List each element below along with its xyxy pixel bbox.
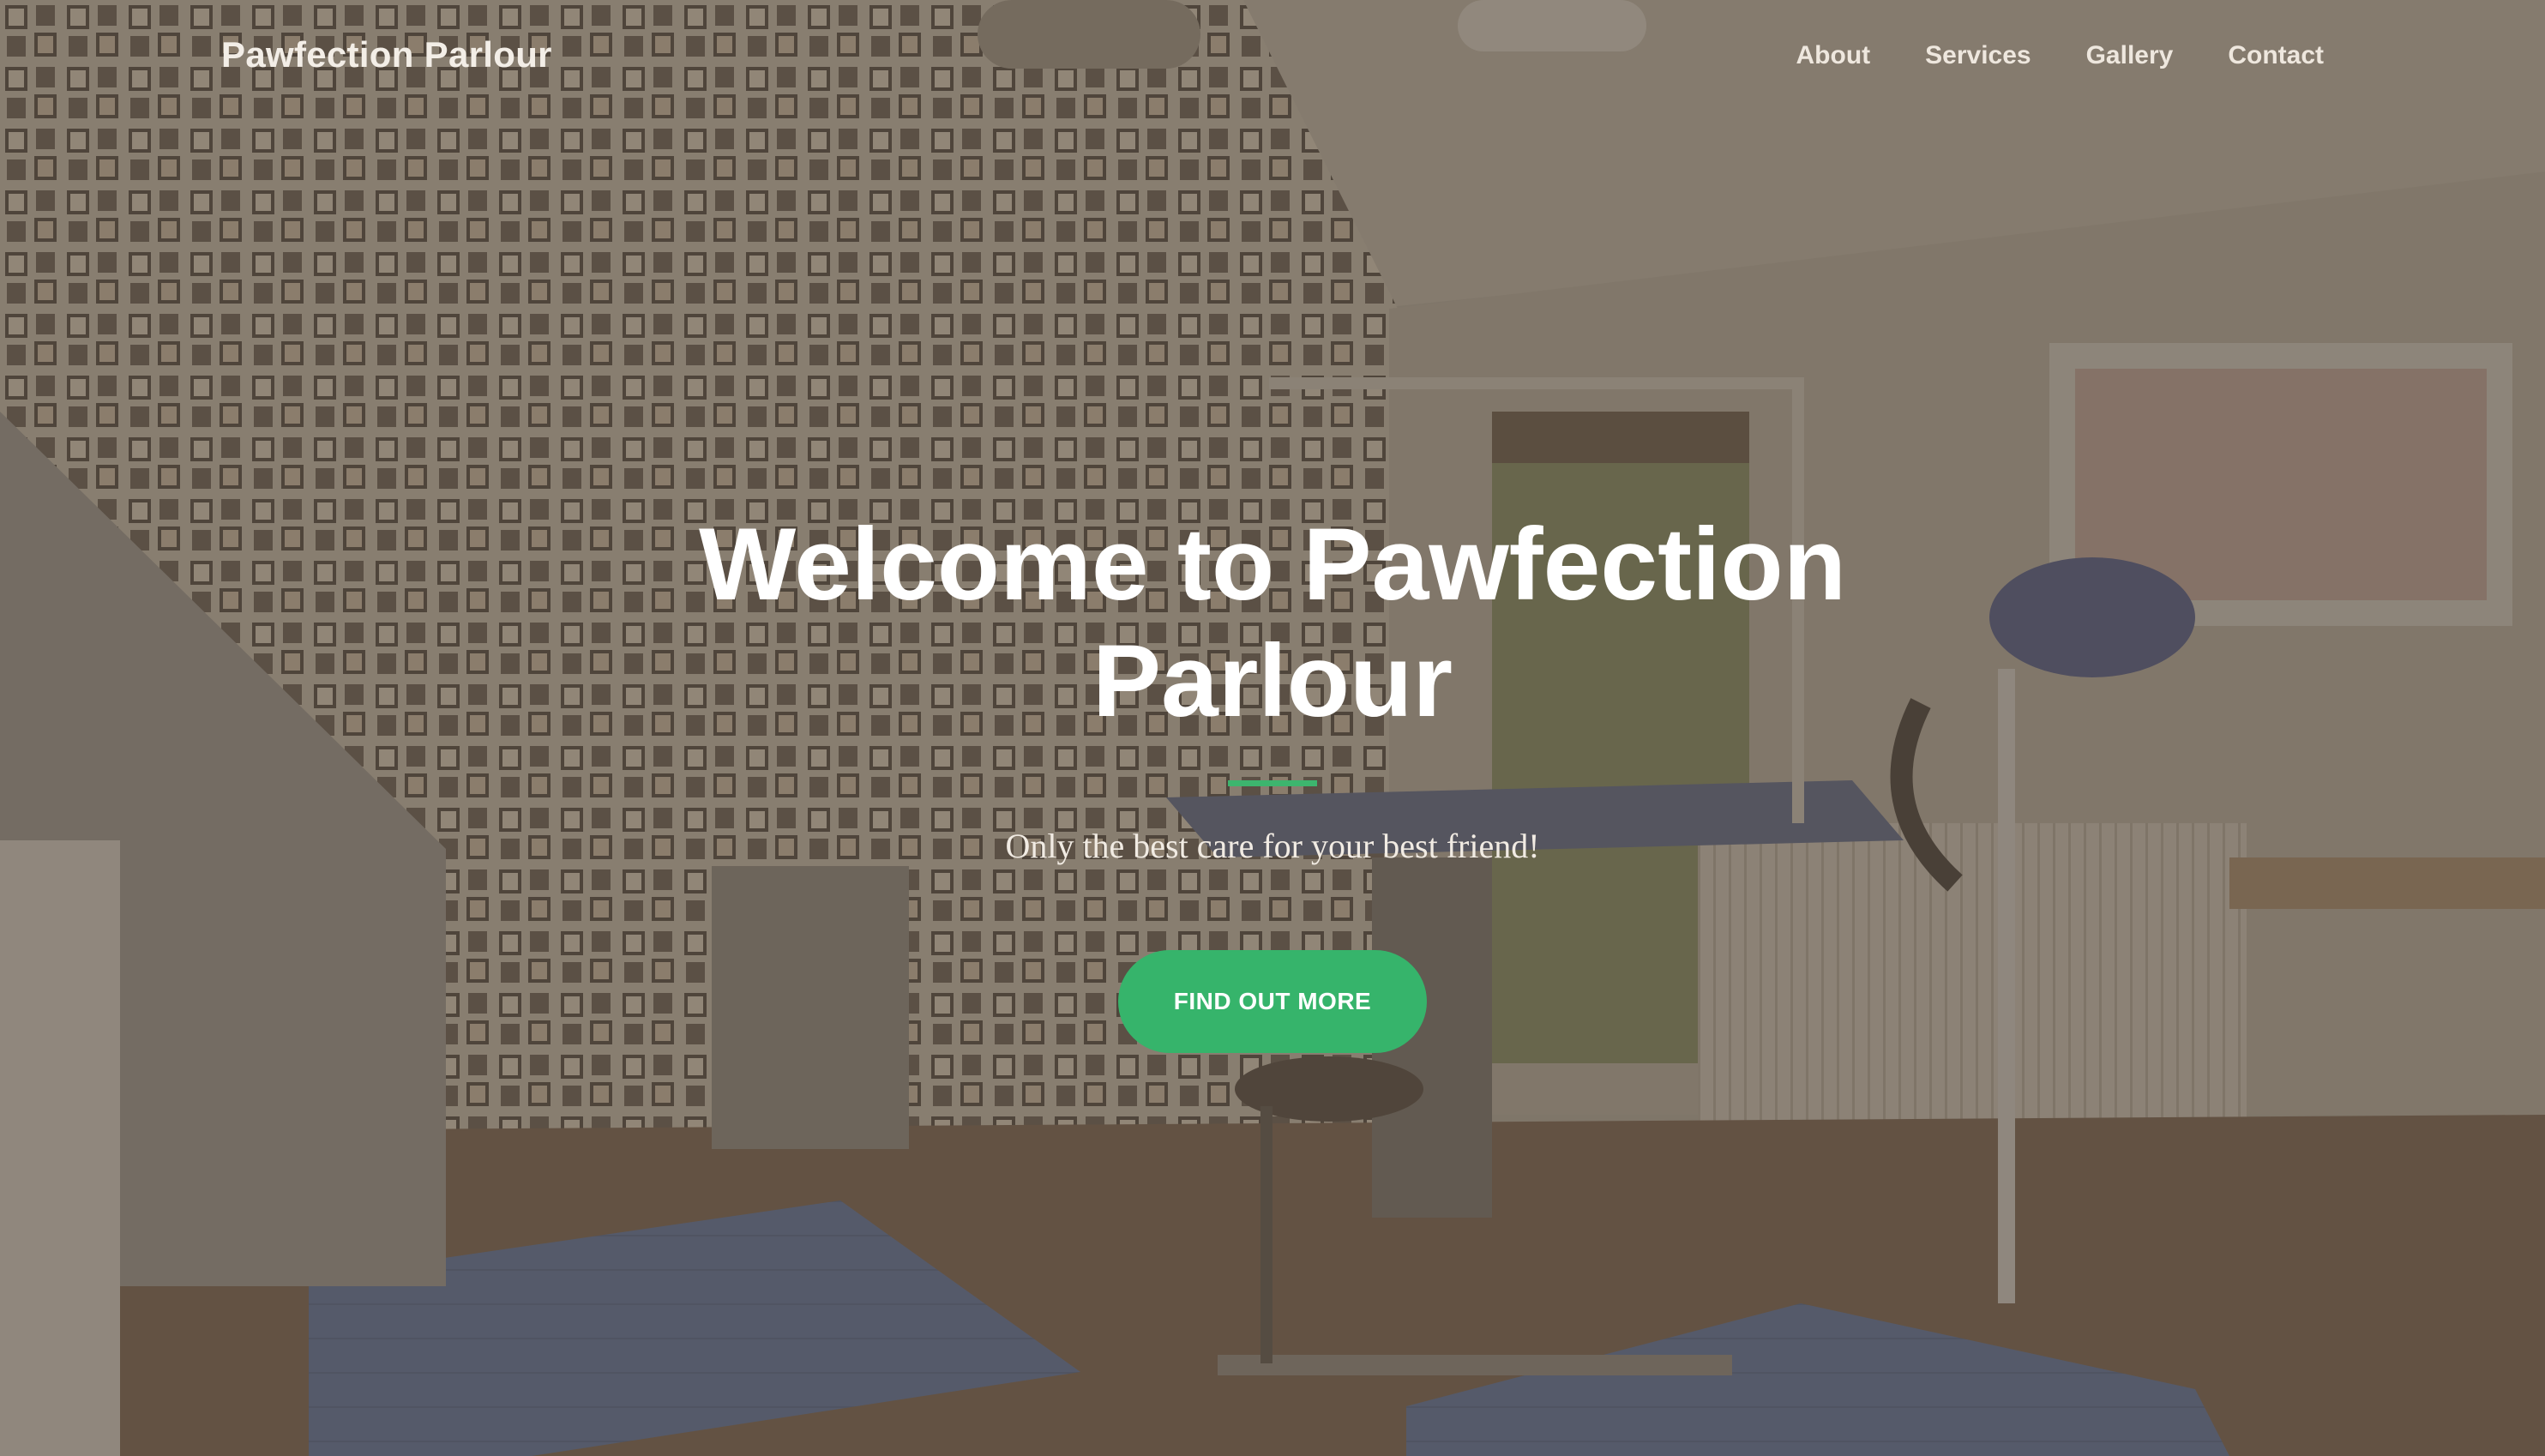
nav-link-about[interactable]: About bbox=[1796, 41, 1871, 69]
title-divider bbox=[1228, 780, 1317, 786]
nav-link-contact[interactable]: Contact bbox=[2228, 41, 2324, 69]
find-out-more-button[interactable]: FIND OUT MORE bbox=[1118, 950, 1427, 1053]
nav-menu: About Services Gallery Contact bbox=[1796, 41, 2325, 70]
nav-item-services: Services bbox=[1925, 41, 2031, 70]
page: Pawfection Parlour About Services Galler… bbox=[0, 0, 2545, 1456]
hero-section: Welcome to Pawfection Parlour Only the b… bbox=[0, 506, 2545, 1053]
nav-link-gallery[interactable]: Gallery bbox=[2086, 41, 2174, 69]
hero-title: Welcome to Pawfection Parlour bbox=[698, 507, 1847, 738]
brand-logo-link[interactable]: Pawfection Parlour bbox=[221, 34, 552, 75]
hero-subtitle: Only the best care for your best friend! bbox=[1005, 827, 1540, 865]
top-navbar: Pawfection Parlour About Services Galler… bbox=[0, 0, 2545, 120]
nav-item-gallery: Gallery bbox=[2086, 41, 2174, 70]
nav-item-contact: Contact bbox=[2228, 41, 2324, 70]
nav-item-about: About bbox=[1796, 41, 1871, 70]
nav-link-services[interactable]: Services bbox=[1925, 41, 2031, 69]
